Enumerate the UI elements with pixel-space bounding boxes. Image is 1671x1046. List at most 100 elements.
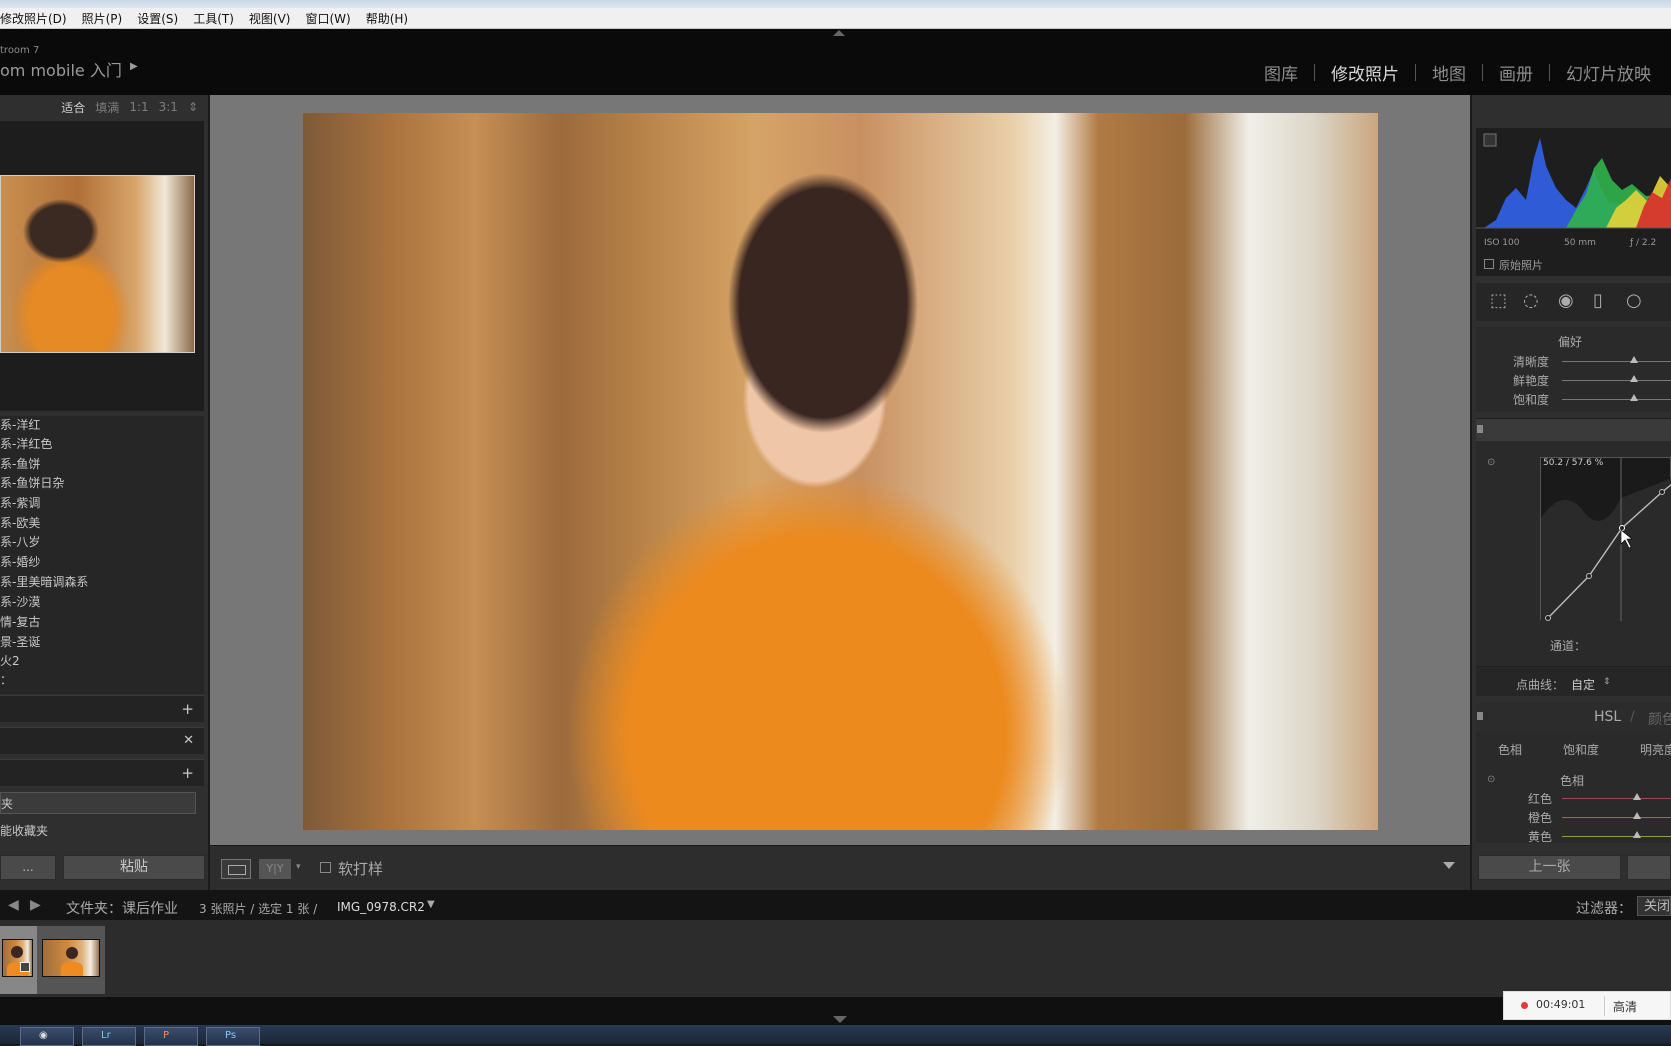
original-photo-checkbox[interactable] xyxy=(1484,259,1494,269)
menu-help[interactable]: 帮助(H) xyxy=(366,10,408,27)
copy-button[interactable]: ... xyxy=(0,855,56,880)
hsl-title[interactable]: HSL xyxy=(1594,709,1621,725)
preset-item[interactable]: 系-洋红色 xyxy=(0,435,52,452)
preset-item[interactable]: 系-鱼饼 xyxy=(0,455,40,472)
filmstrip-filename[interactable]: IMG_0978.CR2 xyxy=(337,900,425,914)
collection-item-selected[interactable]: 夹 xyxy=(0,792,196,814)
zoom-fit[interactable]: 适合 xyxy=(61,99,85,116)
previous-button[interactable]: 上一张 xyxy=(1478,855,1621,880)
preset-item[interactable]: 系-欧美 xyxy=(0,514,40,531)
preset-item[interactable]: 景-圣诞 xyxy=(0,633,40,650)
target-adjust-icon[interactable]: ⊙ xyxy=(1487,774,1495,785)
color-title[interactable]: 颜色 xyxy=(1648,709,1671,729)
vibrance-slider-knob[interactable] xyxy=(1630,375,1638,382)
navigator-thumbnail[interactable] xyxy=(0,175,195,353)
saturation-slider-knob[interactable] xyxy=(1630,394,1638,401)
menu-tools[interactable]: 工具(T) xyxy=(193,10,234,27)
top-panel-toggle-icon[interactable] xyxy=(833,30,845,36)
orange-hue-slider[interactable] xyxy=(1562,817,1671,818)
quality-button[interactable]: 高清 xyxy=(1613,998,1637,1015)
red-hue-slider[interactable] xyxy=(1562,798,1671,799)
saturation-slider[interactable] xyxy=(1562,399,1671,400)
module-slideshow[interactable]: 幻灯片放映 xyxy=(1566,60,1651,85)
taskbar-app-button[interactable]: Ps xyxy=(206,1027,260,1046)
preset-item[interactable]: 情-复古 xyxy=(0,613,40,630)
zoom-stepper-icon[interactable]: ⇕ xyxy=(188,100,198,114)
filter-select[interactable]: 关闭 xyxy=(1637,896,1671,916)
tone-curve-graph[interactable] xyxy=(1540,457,1671,621)
red-hue-slider-knob[interactable] xyxy=(1633,793,1641,800)
history-header[interactable]: ✕ xyxy=(0,727,204,754)
toolbar-content-dropdown-icon[interactable] xyxy=(1443,862,1455,869)
before-after-button[interactable]: Y|Y xyxy=(259,859,291,879)
soft-proof-checkbox[interactable] xyxy=(320,862,331,873)
preset-item[interactable]: 系-里美暗调森系 xyxy=(0,573,88,590)
add-snapshot-icon[interactable]: + xyxy=(181,700,194,718)
menu-window[interactable]: 窗口(W) xyxy=(305,10,350,27)
radial-filter-icon[interactable]: ○ xyxy=(1626,290,1642,311)
identity-mobile-link[interactable]: om mobile 入门 xyxy=(0,57,122,81)
preset-item[interactable]: 系-洋红 xyxy=(0,416,40,433)
bottom-panel-toggle-icon[interactable] xyxy=(833,1016,847,1023)
red-eye-icon[interactable]: ◉ xyxy=(1558,290,1574,311)
before-after-dropdown-icon[interactable]: ▾ xyxy=(296,862,301,872)
orange-hue-slider-knob[interactable] xyxy=(1633,812,1641,819)
filename-dropdown-icon[interactable]: ▼ xyxy=(427,899,435,910)
clarity-slider[interactable] xyxy=(1562,361,1671,362)
crop-overlay-icon[interactable]: ⬚ xyxy=(1490,290,1507,311)
module-library[interactable]: 图库 xyxy=(1264,60,1298,85)
zoom-3-1[interactable]: 3:1 xyxy=(159,100,178,114)
preset-item[interactable]: 系-沙漠 xyxy=(0,593,40,610)
histogram[interactable]: ISO 100 50 mm ƒ / 2.2 xyxy=(1476,128,1671,276)
zoom-fill[interactable]: 填满 xyxy=(95,99,119,116)
yellow-hue-slider[interactable] xyxy=(1562,836,1671,837)
taskbar-app-button[interactable]: ◉ xyxy=(20,1027,74,1046)
panel-switch-icon[interactable] xyxy=(1477,712,1483,720)
spot-removal-icon[interactable]: ◌ xyxy=(1523,290,1539,311)
preset-item[interactable]: 系-紫调 xyxy=(0,494,40,511)
filmstrip-thumbnail-active[interactable] xyxy=(42,939,100,977)
tab-luminance[interactable]: 明亮度 xyxy=(1640,741,1671,758)
panel-switch-icon[interactable] xyxy=(1477,425,1483,433)
filmstrip-folder[interactable]: 文件夹：课后作业 xyxy=(66,898,178,918)
graduated-filter-icon[interactable]: ▯ xyxy=(1593,290,1603,311)
clear-history-icon[interactable]: ✕ xyxy=(183,733,194,748)
taskbar-app-button[interactable]: Lr xyxy=(82,1027,136,1046)
menu-settings[interactable]: 设置(S) xyxy=(137,10,178,27)
paste-button[interactable]: 粘贴 xyxy=(63,855,205,880)
snapshots-header[interactable]: + xyxy=(0,695,204,722)
add-collection-icon[interactable]: + xyxy=(181,764,194,782)
target-adjust-icon[interactable]: ⊙ xyxy=(1487,457,1495,468)
menu-photo[interactable]: 照片(P) xyxy=(82,10,123,27)
preset-item[interactable]: ： xyxy=(0,671,12,688)
module-book[interactable]: 画册 xyxy=(1499,60,1533,85)
preset-item[interactable]: 火2 xyxy=(0,652,20,669)
play-arrow-icon[interactable]: ▶ xyxy=(130,61,138,72)
preset-item[interactable]: 系-婚纱 xyxy=(0,553,40,570)
smart-collection-item[interactable]: 能收藏夹 xyxy=(0,822,48,839)
main-photo[interactable] xyxy=(303,113,1378,830)
forward-arrow-icon[interactable]: ▶ xyxy=(30,897,41,913)
zoom-1-1[interactable]: 1:1 xyxy=(129,100,148,114)
hsl-header[interactable] xyxy=(1476,703,1671,733)
back-arrow-icon[interactable]: ◀ xyxy=(8,897,19,913)
preset-item[interactable]: 系-鱼饼日杂 xyxy=(0,474,64,491)
preset-item[interactable]: 系-八岁 xyxy=(0,533,40,550)
tab-saturation[interactable]: 饱和度 xyxy=(1563,741,1599,758)
vibrance-slider[interactable] xyxy=(1562,380,1671,381)
clarity-slider-knob[interactable] xyxy=(1630,356,1638,363)
taskbar-app-button[interactable]: P xyxy=(144,1027,198,1046)
reset-button[interactable] xyxy=(1627,855,1671,880)
point-curve-stepper-icon[interactable]: ⇕ xyxy=(1603,677,1611,687)
tab-hue[interactable]: 色相 xyxy=(1498,741,1522,758)
menu-develop[interactable]: 修改照片(D) xyxy=(0,10,67,27)
point-curve-select[interactable]: 自定 xyxy=(1571,676,1595,693)
yellow-hue-slider-knob[interactable] xyxy=(1633,831,1641,838)
loupe-view-icon[interactable] xyxy=(221,859,251,879)
tone-curve-header[interactable] xyxy=(1476,418,1671,441)
module-picker: 图库 修改照片 地图 画册 幻灯片放映 xyxy=(1264,60,1651,85)
module-map[interactable]: 地图 xyxy=(1432,60,1466,85)
collections-header[interactable]: + xyxy=(0,759,204,786)
menu-view[interactable]: 视图(V) xyxy=(249,10,291,27)
module-develop[interactable]: 修改照片 xyxy=(1331,60,1399,85)
